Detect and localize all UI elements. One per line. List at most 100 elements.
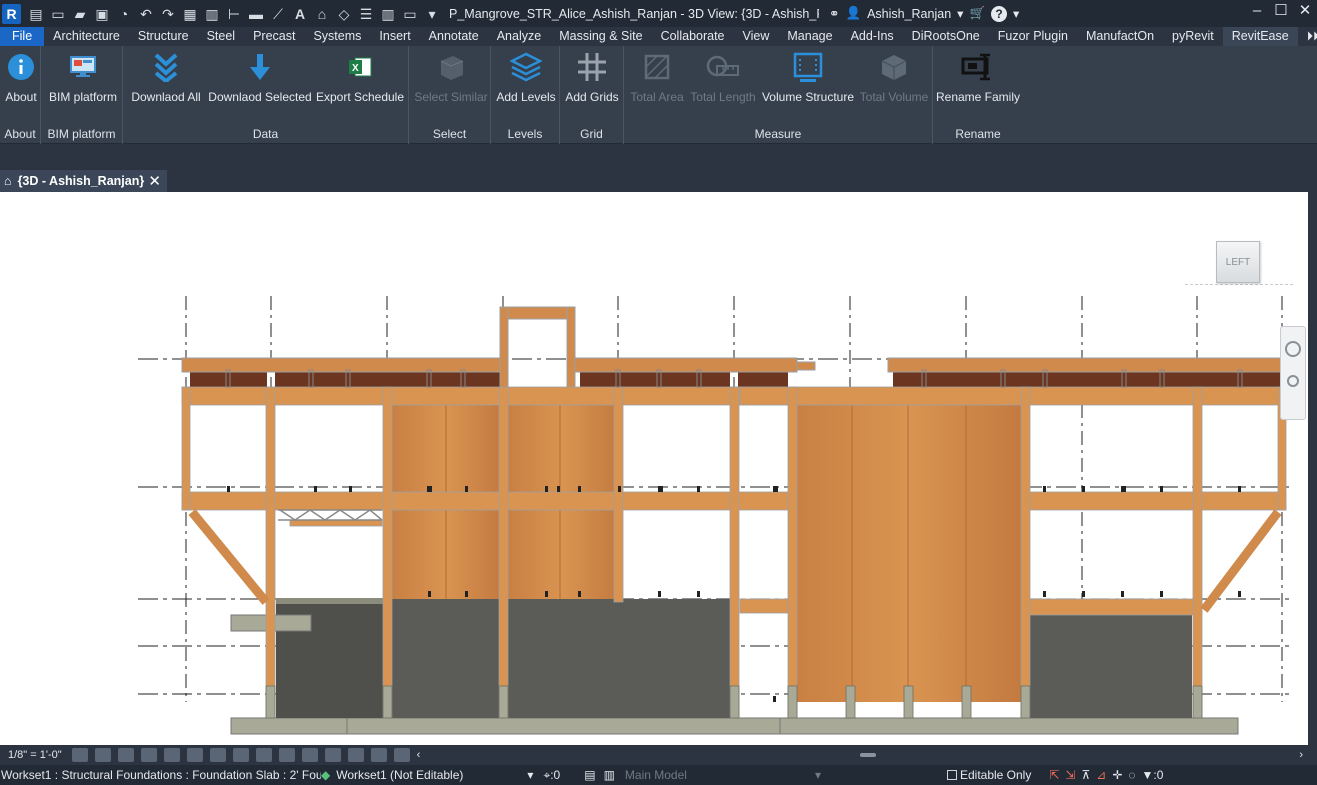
viewcube[interactable]: LEFT [1216,241,1260,283]
switch-windows-icon[interactable]: ▭ [401,5,419,23]
home-icon[interactable]: ▤ [27,5,45,23]
add-grids-button[interactable]: Add Grids [563,50,621,106]
main-model[interactable]: Main Model [625,768,687,782]
horizontal-scrollbar[interactable] [450,749,1292,761]
crop-view-icon[interactable] [186,748,203,762]
report-icon[interactable]: ▥ [203,5,221,23]
select-links-icon[interactable]: ⇱ [1049,768,1059,782]
section-icon[interactable]: ◇ [335,5,353,23]
selection-count-icon[interactable]: ⌖ [543,768,550,783]
scroll-right-icon[interactable]: › [1299,749,1303,761]
tab-dirootsone[interactable]: DiRootsOne [903,27,989,46]
tag-icon[interactable]: ⟋ [269,5,287,23]
text-icon[interactable]: A [291,5,309,23]
scroll-thumb[interactable] [860,753,876,757]
design-options-edit-icon[interactable]: ▥ [604,768,615,782]
background-process-icon[interactable]: ◌ [1128,768,1135,782]
design-options-icon[interactable]: ▤ [584,768,595,782]
highlight-displacement-icon[interactable] [370,748,387,762]
user-name[interactable]: Ashish_Ranjan [867,7,951,21]
bim-platform-button[interactable]: BIM platform [45,50,121,106]
steering-wheel-icon[interactable] [1285,341,1301,357]
undo-icon[interactable]: ↶ [137,5,155,23]
download-all-button[interactable]: Downlaod All [127,50,205,106]
about-button[interactable]: About [2,50,40,106]
view-scale[interactable]: 1/8" = 1'-0" [8,749,62,761]
drawing-canvas[interactable]: LEFT [0,192,1308,745]
vertical-scrollbar[interactable] [1308,192,1317,745]
close-icon[interactable]: ✕ [1293,0,1317,27]
home-view-icon[interactable]: ⌂ [313,5,331,23]
design-option-dropdown-icon[interactable]: ▾ [815,768,821,782]
tab-view[interactable]: View [734,27,779,46]
analytical-model-icon[interactable] [347,748,364,762]
help-chevron-icon[interactable]: ▾ [1013,6,1019,21]
viewcube-compass[interactable] [1185,284,1293,290]
tab-analyze[interactable]: Analyze [488,27,550,46]
drag-elements-icon[interactable]: ✛ [1112,768,1122,782]
revit-logo-icon[interactable]: R [2,3,21,24]
download-selected-button[interactable]: Downlaod Selected [207,50,313,106]
scroll-left-icon[interactable]: ‹ [417,749,421,761]
select-similar-button[interactable]: Select Similar [413,50,489,106]
select-by-face-icon[interactable]: ⊿ [1096,768,1106,782]
rename-family-button[interactable]: Rename Family [936,50,1020,106]
visual-style-icon[interactable] [94,748,111,762]
tab-fuzor-plugin[interactable]: Fuzor Plugin [989,27,1077,46]
folder-icon[interactable]: ▰ [71,5,89,23]
chevron-down-icon[interactable]: ▾ [957,6,963,21]
tab-manage[interactable]: Manage [778,27,841,46]
minimize-icon[interactable]: – [1245,0,1269,27]
tab-collaborate[interactable]: Collaborate [652,27,734,46]
sun-path-icon[interactable] [117,748,134,762]
temporary-hide-icon[interactable] [255,748,272,762]
volume-structure-button[interactable]: Volume Structure [760,50,856,106]
maximize-icon[interactable]: ☐ [1269,0,1293,27]
redo-icon[interactable]: ↷ [159,5,177,23]
tab-steel[interactable]: Steel [198,27,245,46]
shadows-icon[interactable] [140,748,157,762]
tab-insert[interactable]: Insert [370,27,419,46]
detail-level-icon[interactable] [71,748,88,762]
binoculars-icon[interactable]: ⚭ [829,6,839,21]
workset-dropdown-icon[interactable]: ▾ [527,768,533,782]
zoom-icon[interactable] [1287,375,1299,387]
tab-architecture[interactable]: Architecture [44,27,129,46]
total-volume-button[interactable]: Total Volume [858,50,930,106]
tab-systems[interactable]: Systems [304,27,370,46]
select-underlay-icon[interactable]: ⇲ [1065,768,1075,782]
add-levels-button[interactable]: Add Levels [494,50,558,106]
editable-only-checkbox[interactable]: Editable Only [946,768,1031,782]
reveal-constraints-icon[interactable] [393,748,410,762]
tab-overflow-icon[interactable]: ⏵⏵ [1298,27,1317,46]
export-schedule-button[interactable]: X Export Schedule [315,50,405,106]
tab-manufacton[interactable]: ManufactOn [1077,27,1163,46]
navigation-bar[interactable] [1280,326,1306,420]
user-icon[interactable]: 👤 [845,6,861,21]
crop-region-icon[interactable] [209,748,226,762]
open-icon[interactable]: ▭ [49,5,67,23]
filter-icon[interactable]: ▼ [1142,768,1154,782]
close-view-icon[interactable]: ✕ [148,172,161,190]
print-icon[interactable]: ▦ [181,5,199,23]
select-pinned-icon[interactable]: ⊼ [1081,768,1090,782]
tab-add-ins[interactable]: Add-Ins [842,27,903,46]
tab-file[interactable]: File [0,27,45,46]
tab-reviteease[interactable]: RevitEase [1222,27,1298,46]
total-length-button[interactable]: Total Length [689,50,757,106]
worksharing-display-icon[interactable] [301,748,318,762]
tab-structure[interactable]: Structure [129,27,198,46]
active-workset[interactable]: Workset1 (Not Editable) [336,768,463,782]
view-tab-3d[interactable]: ⌂ {3D - Ashish_Ranjan} ✕ [0,170,167,192]
customize-icon[interactable]: ▾ [423,5,441,23]
thin-lines-icon[interactable]: ☰ [357,5,375,23]
lock-view-icon[interactable] [232,748,249,762]
measure-icon[interactable]: ⊢ [225,5,243,23]
tab-pyrevit[interactable]: pyRevit [1163,27,1223,46]
save-icon[interactable]: ▣ [93,5,111,23]
editable-only-box[interactable] [946,770,957,780]
cart-icon[interactable]: 🛒 [969,6,985,21]
tab-precast[interactable]: Precast [244,27,304,46]
tab-massing-site[interactable]: Massing & Site [550,27,651,46]
temporary-view-properties-icon[interactable] [324,748,341,762]
